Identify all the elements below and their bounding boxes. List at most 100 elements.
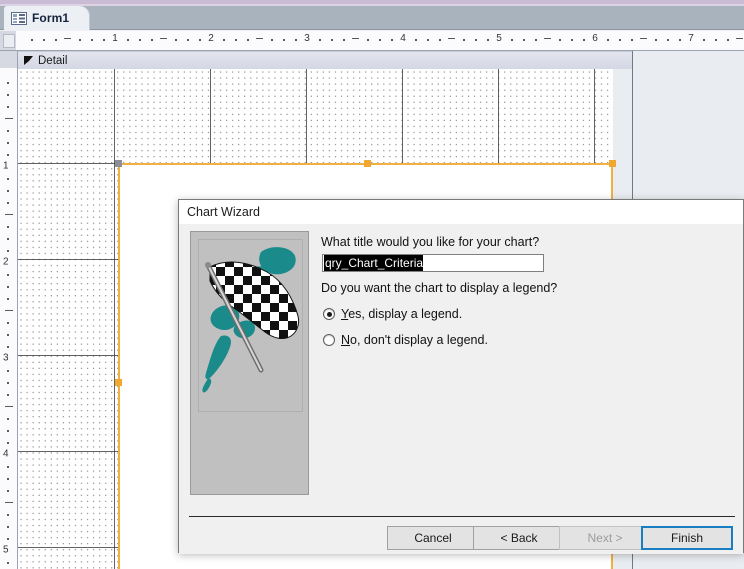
document-tab-form1[interactable]: Form1: [4, 6, 90, 30]
chart-title-question-label: What title would you like for your chart…: [321, 235, 540, 249]
section-header-detail[interactable]: Detail: [18, 51, 632, 70]
ruler-number: 3: [304, 33, 310, 44]
ruler-number: 4: [3, 448, 9, 460]
ruler-tick: [331, 39, 333, 41]
ruler-tick: [448, 38, 455, 39]
ruler-number: 2: [3, 256, 9, 268]
black-triangle-icon: [24, 56, 33, 65]
cancel-button[interactable]: Cancel: [387, 526, 479, 550]
radio-yes-display-legend[interactable]: Yes, display a legend.: [323, 307, 462, 321]
ruler-tick: [7, 466, 9, 468]
ruler-tick: [619, 39, 621, 41]
ruler-tick: [727, 39, 729, 41]
ruler-tick: [7, 142, 9, 144]
ruler-tick: [463, 39, 465, 41]
document-tab-bar: [0, 6, 744, 30]
ruler-tick: [487, 39, 489, 41]
access-form-design-window: Form1 1234567 12345 Detail Chart Wizard …: [0, 0, 744, 569]
ruler-tick: [91, 39, 93, 41]
ruler-tick: [127, 39, 129, 41]
ruler-tick: [7, 526, 9, 528]
dialog-body: What title would you like for your chart…: [179, 224, 743, 554]
ruler-tick: [7, 94, 9, 96]
ruler-tick: [7, 418, 9, 420]
ruler-number: 7: [688, 33, 694, 44]
ruler-number: 5: [496, 33, 502, 44]
back-button[interactable]: < Back: [473, 526, 565, 550]
radio-button-icon-unselected[interactable]: [323, 334, 335, 346]
form-grid-icon: [11, 11, 27, 25]
resize-handle-n[interactable]: [364, 160, 371, 167]
ruler-tick: [544, 38, 551, 39]
ruler-tick: [7, 562, 9, 564]
legend-question-label: Do you want the chart to display a legen…: [321, 281, 558, 295]
ruler-tick: [7, 478, 9, 480]
ruler-tick: [7, 250, 9, 252]
ruler-tick: [7, 490, 9, 492]
ruler-tick: [703, 39, 705, 41]
ruler-tick: [7, 286, 9, 288]
ruler-tick: [5, 310, 13, 311]
ruler-tick: [631, 39, 633, 41]
ruler-tick: [7, 190, 9, 192]
ruler-tick: [7, 82, 9, 84]
ruler-tick: [571, 39, 573, 41]
vertical-ruler[interactable]: 1 2 3 4 5: [0, 68, 18, 569]
ruler-tick: [352, 38, 359, 39]
ruler-tick: [7, 370, 9, 372]
ruler-tick: [271, 39, 273, 41]
radio-button-icon-selected[interactable]: [323, 308, 335, 320]
ruler-tick: [583, 39, 585, 41]
ruler-tick: [667, 39, 669, 41]
ruler-number: 6: [592, 33, 598, 44]
wizard-preview-panel: [190, 231, 309, 495]
ruler-tick: [640, 38, 647, 39]
ruler-tick: [7, 346, 9, 348]
ruler-number: 1: [3, 160, 9, 172]
radio-no-display-legend[interactable]: No, don't display a legend.: [323, 333, 488, 347]
ruler-tick: [523, 39, 525, 41]
ruler-tick: [415, 39, 417, 41]
ruler-tick: [151, 39, 153, 41]
ruler-tick: [535, 39, 537, 41]
ruler-tick: [367, 39, 369, 41]
ruler-tick: [343, 39, 345, 41]
chart-title-input[interactable]: qry_Chart_Criteria: [322, 254, 544, 272]
ruler-tick: [31, 39, 33, 41]
ruler-tick: [7, 106, 9, 108]
resize-handle-w[interactable]: [115, 379, 122, 386]
ruler-tick: [64, 38, 71, 39]
ruler-tick: [439, 39, 441, 41]
ruler-tick: [7, 130, 9, 132]
document-tab-bar-divider: [0, 29, 744, 30]
finish-button[interactable]: Finish: [641, 526, 733, 550]
ruler-tick: [7, 442, 9, 444]
vertical-ruler-head: [0, 51, 18, 69]
ruler-tick: [235, 39, 237, 41]
ruler-tick: [7, 178, 9, 180]
next-button: Next >: [559, 526, 651, 550]
chart-wizard-dialog: Chart Wizard What title would you like f…: [178, 199, 744, 554]
ruler-tick: [7, 238, 9, 240]
dialog-separator: [189, 516, 735, 517]
checkered-flag-image: [198, 239, 303, 412]
chart-title-input-value: qry_Chart_Criteria: [324, 255, 424, 271]
ruler-number: 1: [112, 33, 118, 44]
ruler-tick: [139, 39, 141, 41]
dialog-title-bar[interactable]: Chart Wizard: [179, 200, 743, 224]
ruler-tick: [7, 334, 9, 336]
ruler-tick: [7, 430, 9, 432]
ruler-tick: [511, 39, 513, 41]
ruler-tick: [187, 39, 189, 41]
ruler-tick: [7, 538, 9, 540]
horizontal-ruler[interactable]: 1 2 3 4 5 6 7: [16, 31, 744, 51]
dialog-title-label: Chart Wizard: [187, 205, 260, 219]
ruler-tick: [256, 38, 263, 39]
ruler-number: 2: [208, 33, 214, 44]
ruler-tick: [391, 39, 393, 41]
ruler-tick: [43, 39, 45, 41]
resize-handle-nw[interactable]: [115, 160, 122, 167]
resize-handle-ne[interactable]: [609, 160, 616, 167]
ruler-tick: [7, 514, 9, 516]
document-tab-label: Form1: [32, 11, 70, 25]
